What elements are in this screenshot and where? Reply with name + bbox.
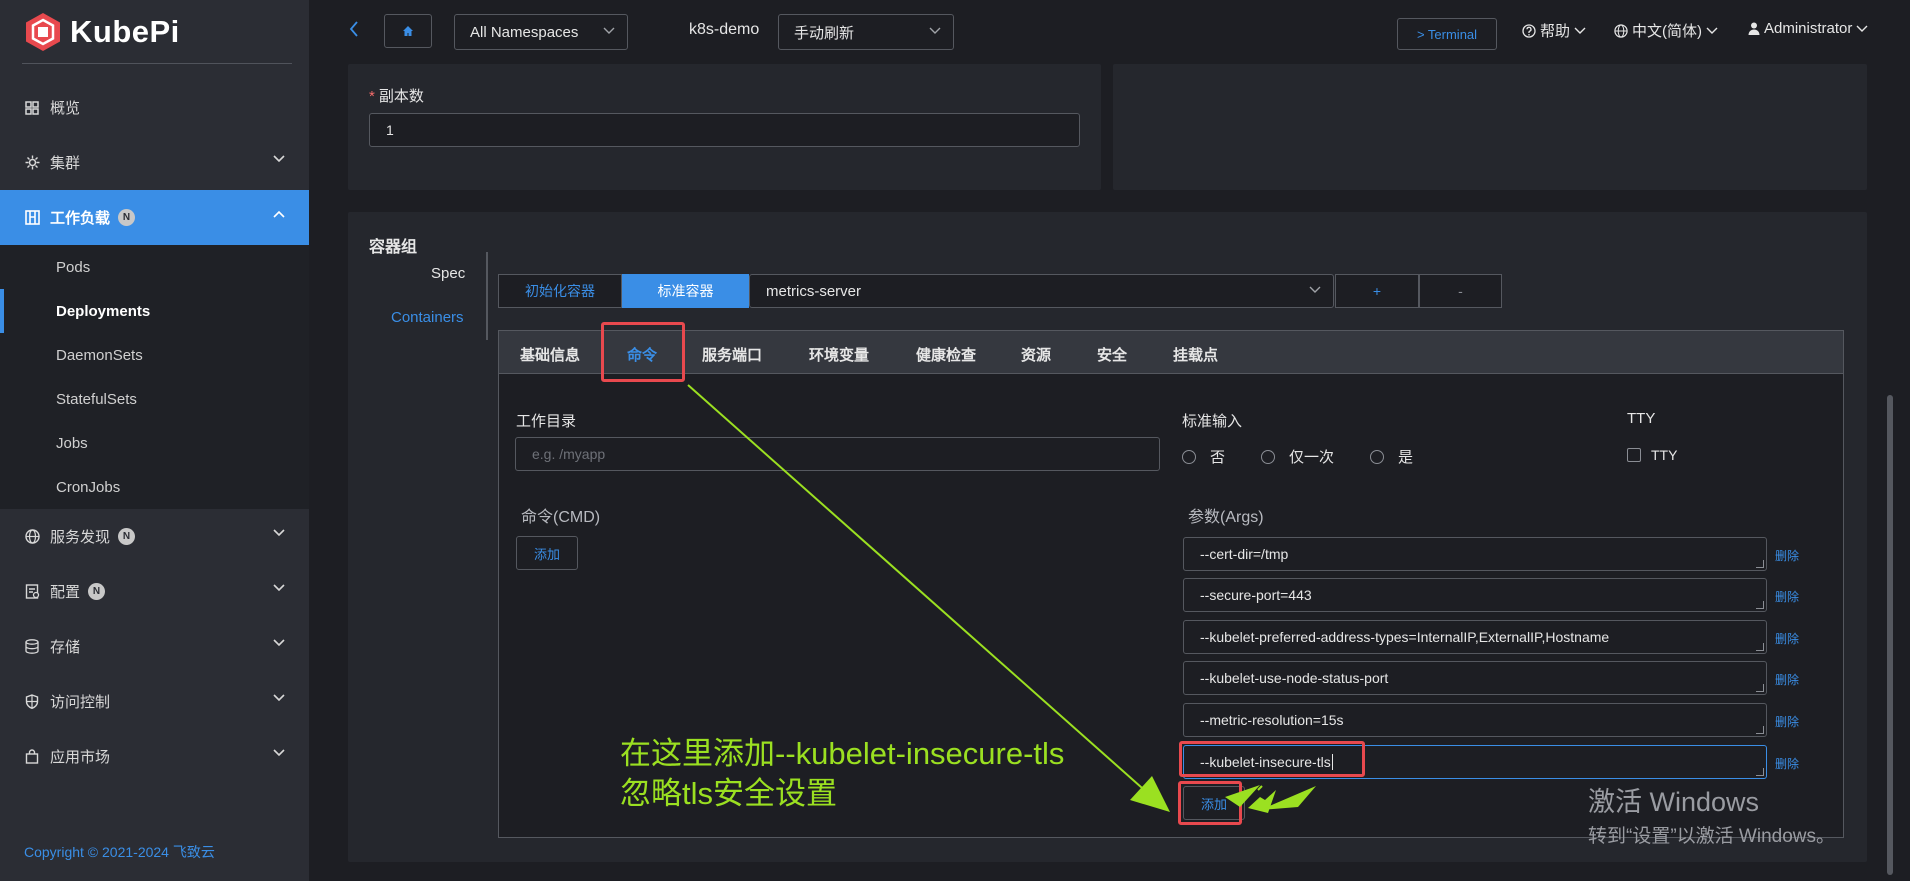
annotation-line-1: 在这里添加--kubelet-insecure-tls [620,736,1065,771]
scrollbar-thumb[interactable] [1887,395,1893,875]
annotation-line-2: 忽略tls安全设置 [620,776,837,811]
watermark-line-2: 转到“设置”以激活 Windows。 [1588,826,1836,847]
watermark-line-1: 激活 Windows [1588,787,1760,817]
annotation-text: 在这里添加--kubelet-insecure-tls 忽略tls安全设置 [620,734,1064,814]
windows-activation-watermark: 激活 Windows 转到“设置”以激活 Windows。 [1588,780,1835,848]
